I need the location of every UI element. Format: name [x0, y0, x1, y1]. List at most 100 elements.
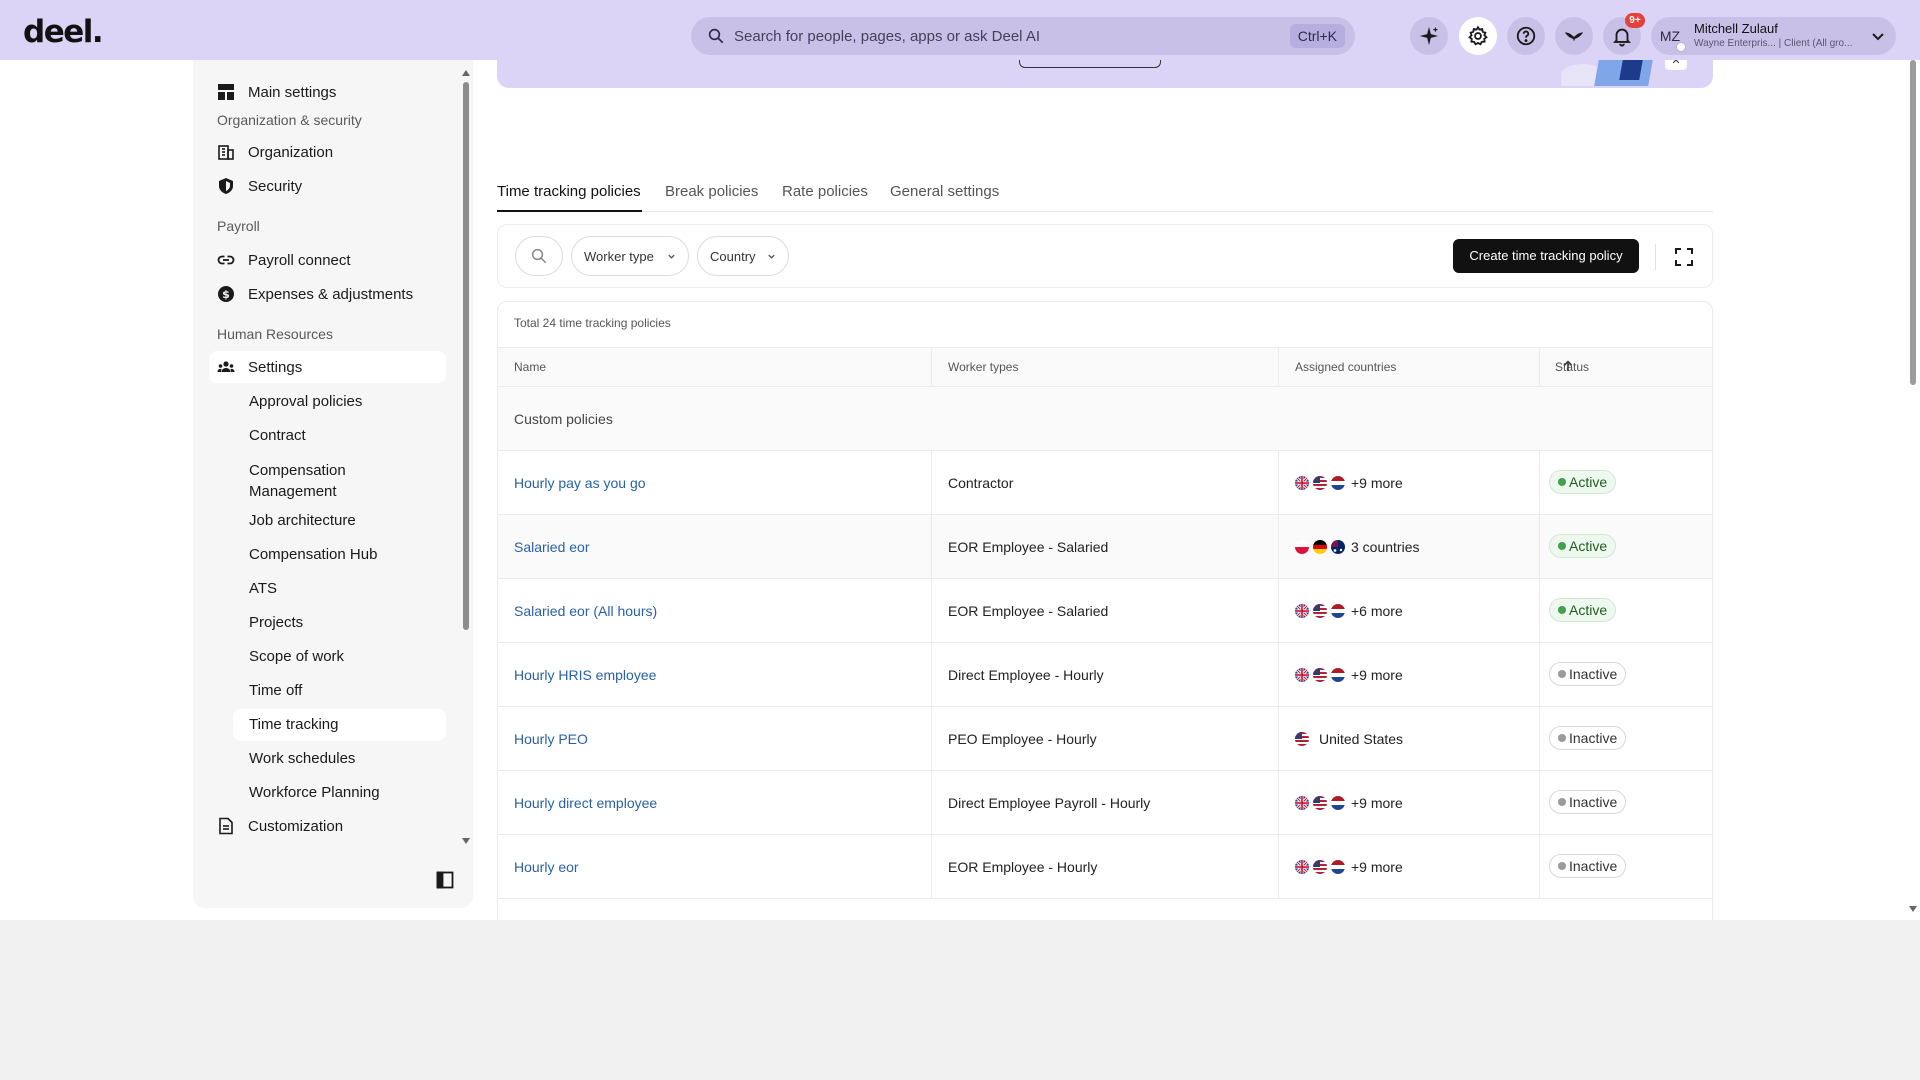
sidebar-subitem-compensation-hub[interactable]: Compensation Hub	[249, 546, 377, 563]
search-icon	[708, 28, 724, 44]
tab-break-policies[interactable]: Break policies	[665, 183, 758, 200]
table-row[interactable]: Salaried eor EOR Employee - Salaried 3 cou…	[498, 515, 1712, 579]
column-divider	[931, 707, 932, 771]
global-search-input[interactable]: Search for people, pages, apps or ask De…	[691, 17, 1355, 55]
filter-bar: Worker type Country Create time tracking…	[497, 224, 1713, 288]
worker-type-cell: PEO Employee - Hourly	[948, 731, 1097, 747]
sidebar-scrollbar[interactable]	[461, 60, 471, 844]
apps-button[interactable]	[1555, 17, 1593, 55]
group-label: Custom policies	[514, 411, 613, 427]
sidebar-subitem-scope-of-work[interactable]: Scope of work	[249, 648, 344, 665]
sidebar-subitem-ats[interactable]: ATS	[249, 580, 277, 597]
worker-type-cell: Contractor	[948, 475, 1014, 491]
table-row[interactable]: Salaried eor (All hours) EOR Employee - S…	[498, 579, 1712, 643]
settings-button[interactable]	[1459, 17, 1497, 55]
flag-us-icon	[1295, 732, 1309, 746]
tab-rate-policies[interactable]: Rate policies	[782, 183, 868, 200]
flag-de-icon	[1313, 540, 1327, 554]
sidebar-scroll-thumb[interactable]	[463, 82, 469, 630]
table-row[interactable]: Hourly PEO PEO Employee - Hourly United St…	[498, 707, 1712, 771]
policy-name-link[interactable]: Salaried eor	[514, 539, 590, 555]
tab-time-tracking-policies[interactable]: Time tracking policies	[497, 183, 641, 200]
column-divider	[931, 771, 932, 835]
column-divider	[1539, 348, 1540, 388]
collapse-sidebar-icon[interactable]	[436, 871, 454, 889]
scroll-up-arrow[interactable]	[462, 70, 470, 76]
policy-tabs: Time tracking policies Break policies Ra…	[497, 120, 1713, 212]
page-scrollbar[interactable]	[1906, 60, 1920, 920]
table-row[interactable]: Hourly pay as you go Contractor +9 more Act…	[498, 451, 1712, 515]
flag-gb-icon	[1295, 476, 1309, 490]
column-header-assigned-countries[interactable]: Assigned countries	[1295, 360, 1396, 374]
status-label: Inactive	[1569, 730, 1618, 746]
sidebar-subitem-work-schedules[interactable]: Work schedules	[249, 750, 355, 767]
filter-divider	[1655, 244, 1656, 270]
column-divider	[1539, 515, 1540, 579]
assigned-countries-cell: +9 more	[1351, 475, 1403, 491]
user-menu[interactable]: MZ Mitchell Zulauf Wayne Enterpris... | …	[1651, 17, 1896, 55]
group-header-custom-policies: Custom policies	[498, 387, 1712, 451]
policy-name-link[interactable]: Hourly eor	[514, 859, 579, 875]
fullscreen-icon[interactable]	[1674, 247, 1694, 267]
sidebar-subitem-projects[interactable]: Projects	[249, 614, 303, 631]
sidebar-subitem-contract[interactable]: Contract	[249, 427, 306, 444]
sidebar-subitem-compensation-management[interactable]: Compensation Management	[249, 460, 369, 502]
policy-name-link[interactable]: Hourly HRIS employee	[514, 667, 656, 683]
table-row[interactable]: Hourly HRIS employee Direct Employee - Ho…	[498, 643, 1712, 707]
column-divider	[1278, 348, 1279, 388]
sidebar-item-label: Payroll connect	[248, 252, 351, 269]
country-filter[interactable]: Country	[697, 236, 789, 276]
assigned-countries-cell: +6 more	[1351, 603, 1403, 619]
policy-name-link[interactable]: Hourly direct employee	[514, 795, 657, 811]
page-scroll-thumb[interactable]	[1910, 60, 1916, 385]
ai-assistant-button[interactable]	[1410, 17, 1448, 55]
policy-name-link[interactable]: Hourly pay as you go	[514, 475, 646, 491]
sidebar-subitem-workforce-planning[interactable]: Workforce Planning	[249, 784, 380, 801]
tabs-divider	[497, 211, 1713, 212]
table-search-button[interactable]	[515, 236, 563, 276]
close-icon[interactable]: ✕	[1665, 60, 1687, 70]
sidebar-subitem-time-off[interactable]: Time off	[249, 682, 302, 699]
worker-type-filter[interactable]: Worker type	[571, 236, 689, 276]
banner-button[interactable]	[1019, 60, 1161, 68]
scroll-down-arrow[interactable]	[1909, 906, 1917, 912]
policy-name-link[interactable]: Salaried eor (All hours)	[514, 603, 657, 619]
status-label: Inactive	[1569, 858, 1618, 874]
worker-type-cell: EOR Employee - Hourly	[948, 859, 1098, 875]
column-divider	[931, 579, 932, 643]
column-divider	[1539, 835, 1540, 899]
worker-type-cell: Direct Employee - Hourly	[948, 667, 1104, 683]
sidebar-item-expenses[interactable]: $ Expenses & adjustments	[217, 279, 447, 309]
status-badge: Active	[1549, 470, 1617, 494]
column-header-worker-types[interactable]: Worker types	[948, 360, 1018, 374]
flag-pl-icon	[1295, 540, 1309, 554]
notification-count-badge: 9+	[1625, 13, 1645, 28]
create-time-tracking-policy-button[interactable]: Create time tracking policy	[1453, 239, 1639, 273]
flag-us-icon	[1313, 476, 1327, 490]
column-divider	[931, 643, 932, 707]
sidebar-item-organization[interactable]: Organization	[217, 137, 447, 167]
sort-ascending-icon[interactable]	[1562, 360, 1574, 372]
sidebar-item-customization[interactable]: Customization	[217, 811, 447, 841]
tab-general-settings[interactable]: General settings	[890, 183, 999, 200]
table-row[interactable]: Hourly direct employee Direct Employee Pa…	[498, 771, 1712, 835]
deel-logo[interactable]: deel.	[23, 14, 104, 50]
sidebar-section-hr: Human Resources	[217, 326, 333, 342]
sidebar-item-main-settings[interactable]: Main settings	[217, 77, 447, 107]
table-row[interactable]: Hourly eor EOR Employee - Hourly +9 more In…	[498, 835, 1712, 899]
sidebar-item-settings[interactable]: Settings	[217, 352, 447, 382]
scroll-down-arrow[interactable]	[462, 838, 470, 844]
search-shortcut: Ctrl+K	[1289, 24, 1345, 48]
bell-icon	[1612, 28, 1632, 47]
help-button[interactable]	[1507, 17, 1545, 55]
column-header-name[interactable]: Name	[514, 360, 546, 374]
sidebar-subitem-job-architecture[interactable]: Job architecture	[249, 512, 356, 529]
flag-gb-icon	[1295, 860, 1309, 874]
sidebar-subitem-time-tracking[interactable]: Time tracking	[249, 716, 338, 733]
column-divider	[931, 835, 932, 899]
sidebar-item-security[interactable]: Security	[217, 171, 447, 201]
column-divider	[931, 451, 932, 515]
sidebar-item-payroll-connect[interactable]: Payroll connect	[217, 245, 447, 275]
sidebar-subitem-approval-policies[interactable]: Approval policies	[249, 393, 362, 410]
policy-name-link[interactable]: Hourly PEO	[514, 731, 588, 747]
